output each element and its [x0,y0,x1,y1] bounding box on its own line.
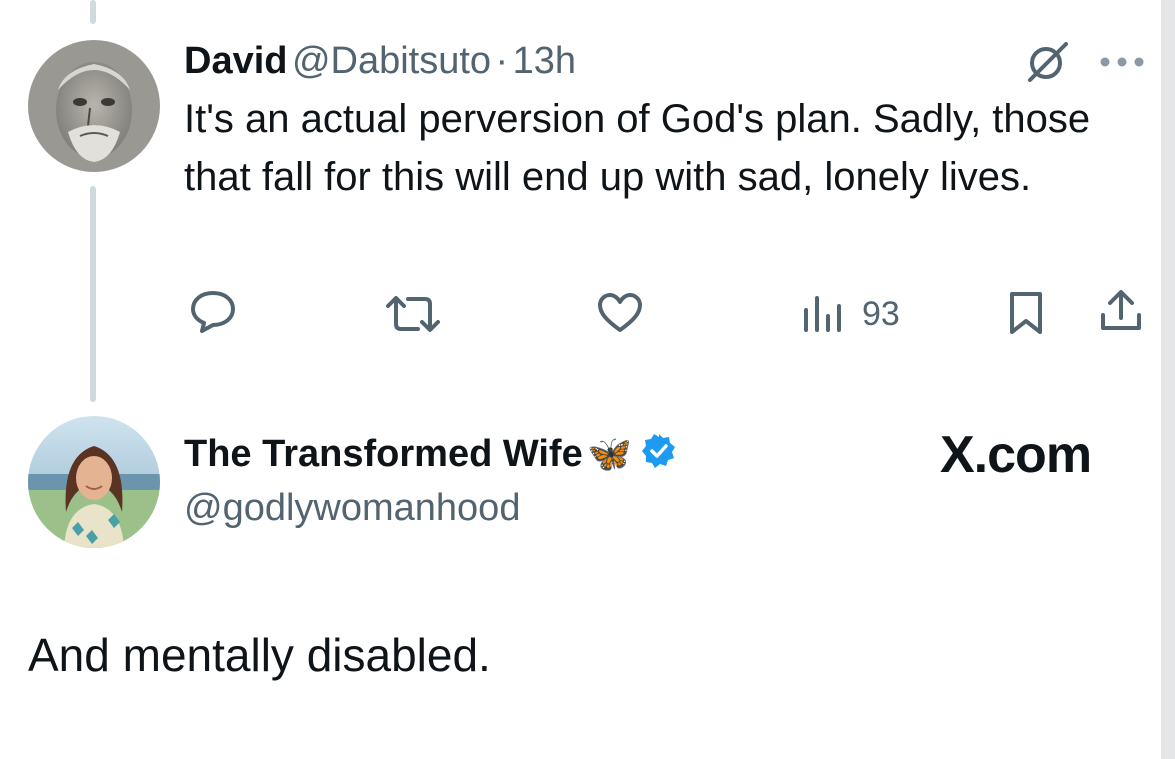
retweet-icon[interactable] [384,294,442,339]
thread-line-top [90,0,96,24]
author-name[interactable]: The Transformed Wife [184,433,583,475]
grok-icon[interactable] [1022,40,1074,89]
main-header: The Transformed Wife 🦋 [184,430,678,490]
author-handle[interactable]: @godlywomanhood [184,484,520,532]
share-icon[interactable] [1098,288,1144,339]
like-icon[interactable] [596,292,644,339]
post-text: And mentally disabled. [28,629,491,681]
separator-dot: · [495,40,509,82]
avatar[interactable] [28,40,160,172]
timestamp[interactable]: 13h [513,40,576,82]
verified-badge-icon[interactable] [640,432,678,490]
views-icon[interactable] [802,294,846,339]
reply-icon[interactable] [188,289,238,340]
more-icon[interactable] [1098,54,1146,75]
watermark: X.com [940,426,1092,484]
butterfly-emoji: 🦋 [587,433,633,474]
reply-text: It's an actual perversion of God's plan.… [184,97,1091,199]
author-name[interactable]: David [184,40,287,82]
avatar[interactable] [28,416,160,548]
author-handle[interactable]: @Dabitsuto [292,40,491,82]
screen-edge [1161,0,1175,759]
bookmark-icon[interactable] [1006,290,1046,341]
reply-header: David @Dabitsuto · 13h [184,38,576,92]
thread-line [90,186,96,402]
views-count: 93 [862,295,900,333]
